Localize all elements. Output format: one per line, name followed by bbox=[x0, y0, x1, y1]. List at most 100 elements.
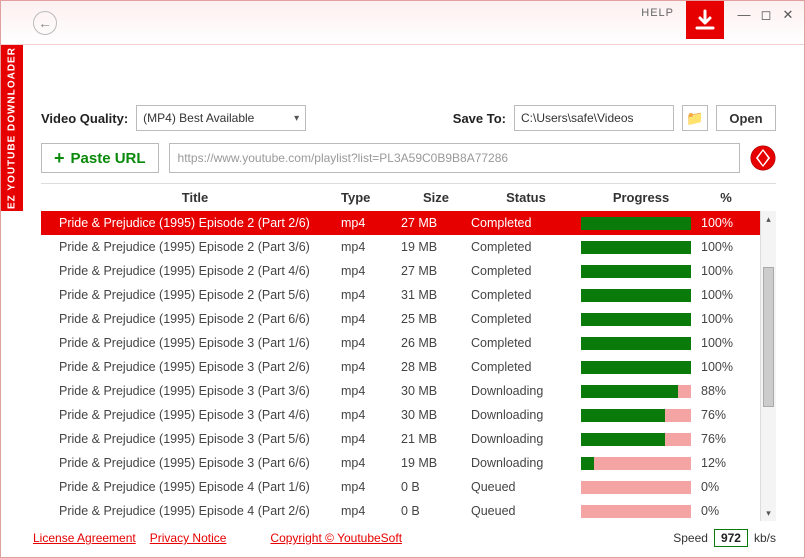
cell-type: mp4 bbox=[341, 288, 401, 302]
table-row[interactable]: Pride & Prejudice (1995) Episode 4 (Part… bbox=[41, 475, 776, 499]
cell-type: mp4 bbox=[341, 216, 401, 230]
cell-size: 25 MB bbox=[401, 312, 471, 326]
progress-bar bbox=[581, 433, 691, 446]
table-row[interactable]: Pride & Prejudice (1995) Episode 3 (Part… bbox=[41, 403, 776, 427]
progress-bar bbox=[581, 385, 691, 398]
cell-status: Completed bbox=[471, 216, 581, 230]
cell-title: Pride & Prejudice (1995) Episode 3 (Part… bbox=[41, 408, 341, 422]
cell-type: mp4 bbox=[341, 384, 401, 398]
license-link[interactable]: License Agreement bbox=[33, 531, 136, 545]
cell-pct: 76% bbox=[701, 408, 751, 422]
url-input[interactable]: https://www.youtube.com/playlist?list=PL… bbox=[169, 143, 740, 173]
maximize-button[interactable]: ◻ bbox=[758, 7, 774, 23]
cell-type: mp4 bbox=[341, 336, 401, 350]
table-body: Pride & Prejudice (1995) Episode 2 (Part… bbox=[41, 211, 776, 521]
cell-status: Completed bbox=[471, 360, 581, 374]
cell-title: Pride & Prejudice (1995) Episode 2 (Part… bbox=[41, 264, 341, 278]
stop-button[interactable] bbox=[750, 145, 776, 171]
cell-pct: 12% bbox=[701, 456, 751, 470]
help-link[interactable]: HELP bbox=[641, 7, 674, 19]
col-type: Type bbox=[341, 190, 401, 205]
titlebar: ← HELP — ◻ ✕ bbox=[1, 1, 804, 45]
cell-pct: 0% bbox=[701, 480, 751, 494]
video-quality-dropdown[interactable]: (MP4) Best Available ▾ bbox=[136, 105, 306, 131]
scrollbar[interactable]: ▴ ▾ bbox=[760, 211, 776, 521]
scroll-up-arrow[interactable]: ▴ bbox=[761, 211, 776, 227]
table-row[interactable]: Pride & Prejudice (1995) Episode 3 (Part… bbox=[41, 355, 776, 379]
app-logo bbox=[686, 1, 724, 39]
cell-status: Downloading bbox=[471, 408, 581, 422]
download-arrow-icon bbox=[693, 8, 717, 32]
col-size: Size bbox=[401, 190, 471, 205]
cell-progress bbox=[581, 337, 701, 350]
cell-size: 28 MB bbox=[401, 360, 471, 374]
arrow-left-icon: ← bbox=[38, 15, 52, 31]
cell-title: Pride & Prejudice (1995) Episode 2 (Part… bbox=[41, 288, 341, 302]
scroll-down-arrow[interactable]: ▾ bbox=[761, 505, 776, 521]
col-pct: % bbox=[701, 190, 751, 205]
back-button[interactable]: ← bbox=[33, 11, 57, 35]
scroll-track[interactable] bbox=[761, 227, 776, 505]
copyright-link[interactable]: Copyright © YoutubeSoft bbox=[270, 531, 402, 545]
cell-size: 21 MB bbox=[401, 432, 471, 446]
table-row[interactable]: Pride & Prejudice (1995) Episode 3 (Part… bbox=[41, 379, 776, 403]
paste-url-button[interactable]: + Paste URL bbox=[41, 143, 159, 173]
progress-bar bbox=[581, 481, 691, 494]
table-row[interactable]: Pride & Prejudice (1995) Episode 2 (Part… bbox=[41, 307, 776, 331]
cell-progress bbox=[581, 505, 701, 518]
cell-status: Completed bbox=[471, 288, 581, 302]
scroll-thumb[interactable] bbox=[763, 267, 774, 407]
cell-progress bbox=[581, 241, 701, 254]
minimize-button[interactable]: — bbox=[736, 7, 752, 23]
privacy-link[interactable]: Privacy Notice bbox=[150, 531, 227, 545]
cell-title: Pride & Prejudice (1995) Episode 3 (Part… bbox=[41, 432, 341, 446]
table-row[interactable]: Pride & Prejudice (1995) Episode 2 (Part… bbox=[41, 235, 776, 259]
save-to-label: Save To: bbox=[453, 111, 506, 126]
save-path-input[interactable]: C:\Users\safe\Videos bbox=[514, 105, 674, 131]
table-row[interactable]: Pride & Prejudice (1995) Episode 3 (Part… bbox=[41, 427, 776, 451]
table-row[interactable]: Pride & Prejudice (1995) Episode 4 (Part… bbox=[41, 499, 776, 521]
cell-type: mp4 bbox=[341, 240, 401, 254]
cell-size: 0 B bbox=[401, 504, 471, 518]
video-quality-label: Video Quality: bbox=[41, 111, 128, 126]
progress-bar bbox=[581, 313, 691, 326]
cell-pct: 100% bbox=[701, 216, 751, 230]
cell-pct: 100% bbox=[701, 360, 751, 374]
close-button[interactable]: ✕ bbox=[780, 7, 796, 23]
cell-title: Pride & Prejudice (1995) Episode 2 (Part… bbox=[41, 312, 341, 326]
cell-pct: 100% bbox=[701, 312, 751, 326]
cell-title: Pride & Prejudice (1995) Episode 2 (Part… bbox=[41, 216, 341, 230]
table-row[interactable]: Pride & Prejudice (1995) Episode 2 (Part… bbox=[41, 211, 776, 235]
cell-status: Downloading bbox=[471, 456, 581, 470]
table-row[interactable]: Pride & Prejudice (1995) Episode 2 (Part… bbox=[41, 259, 776, 283]
progress-bar bbox=[581, 337, 691, 350]
progress-bar bbox=[581, 457, 691, 470]
cell-status: Downloading bbox=[471, 384, 581, 398]
cell-size: 19 MB bbox=[401, 240, 471, 254]
browse-folder-button[interactable]: 📁 bbox=[682, 105, 708, 131]
cell-progress bbox=[581, 313, 701, 326]
table-row[interactable]: Pride & Prejudice (1995) Episode 2 (Part… bbox=[41, 283, 776, 307]
table-row[interactable]: Pride & Prejudice (1995) Episode 3 (Part… bbox=[41, 331, 776, 355]
progress-bar bbox=[581, 505, 691, 518]
paste-url-label: Paste URL bbox=[71, 150, 146, 167]
open-folder-button[interactable]: Open bbox=[716, 105, 776, 131]
cell-type: mp4 bbox=[341, 264, 401, 278]
cell-progress bbox=[581, 409, 701, 422]
cell-status: Queued bbox=[471, 480, 581, 494]
cell-type: mp4 bbox=[341, 360, 401, 374]
col-status: Status bbox=[471, 190, 581, 205]
progress-bar bbox=[581, 289, 691, 302]
cell-type: mp4 bbox=[341, 504, 401, 518]
footer: License Agreement Privacy Notice Copyrig… bbox=[33, 529, 776, 547]
speed-value: 972 bbox=[714, 529, 748, 547]
cell-progress bbox=[581, 361, 701, 374]
cell-title: Pride & Prejudice (1995) Episode 3 (Part… bbox=[41, 384, 341, 398]
cell-type: mp4 bbox=[341, 408, 401, 422]
progress-bar bbox=[581, 265, 691, 278]
cell-status: Downloading bbox=[471, 432, 581, 446]
cell-size: 30 MB bbox=[401, 408, 471, 422]
cell-title: Pride & Prejudice (1995) Episode 3 (Part… bbox=[41, 336, 341, 350]
table-row[interactable]: Pride & Prejudice (1995) Episode 3 (Part… bbox=[41, 451, 776, 475]
cell-size: 26 MB bbox=[401, 336, 471, 350]
